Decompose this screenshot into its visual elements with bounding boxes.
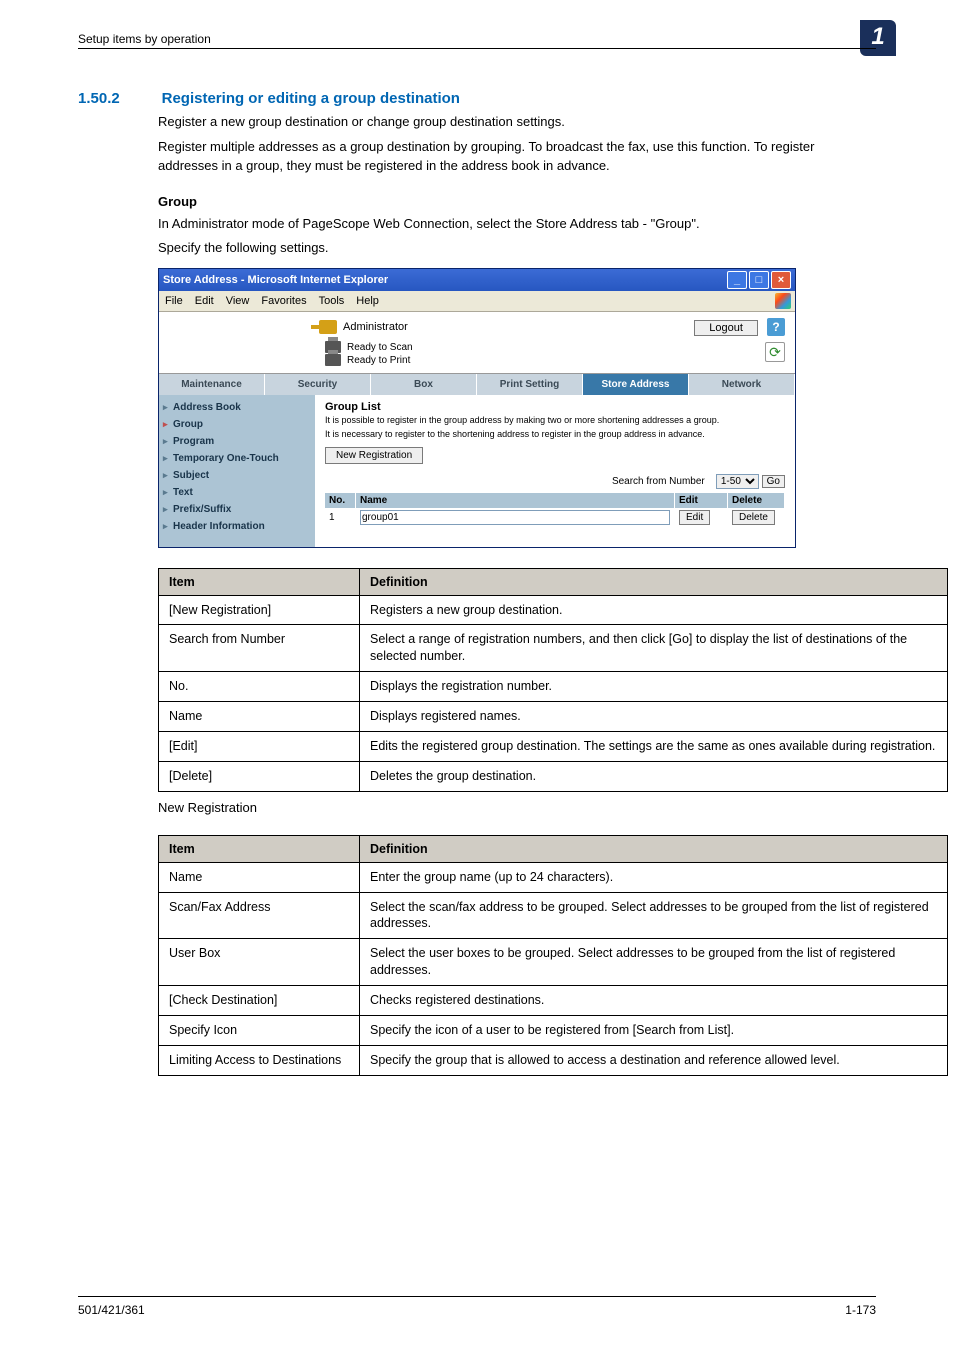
paragraph: Register a new group destination or chan… — [158, 113, 876, 132]
col-name: Name — [356, 493, 675, 508]
window-titlebar: Store Address - Microsoft Internet Explo… — [159, 269, 795, 291]
go-button[interactable]: Go — [762, 475, 785, 488]
delete-button[interactable]: Delete — [732, 510, 775, 525]
table-cell: Specify the icon of a user to be registe… — [360, 1015, 948, 1045]
table-header-definition: Definition — [360, 568, 948, 595]
sidebar-item-temporary-one-touch[interactable]: Temporary One-Touch — [159, 450, 315, 467]
menu-favorites[interactable]: Favorites — [261, 295, 306, 307]
chapter-badge: 1 — [860, 20, 896, 56]
group-list-desc: It is possible to register in the group … — [325, 415, 785, 427]
sidebar-item-header-information[interactable]: Header Information — [159, 518, 315, 535]
table-cell: User Box — [159, 939, 360, 986]
logout-button[interactable]: Logout — [694, 320, 758, 336]
tab-network[interactable]: Network — [689, 374, 795, 395]
header-rule — [78, 48, 876, 49]
tab-store-address[interactable]: Store Address — [583, 374, 689, 395]
paragraph: Register multiple addresses as a group d… — [158, 138, 876, 176]
sidebar-item-address-book[interactable]: Address Book — [159, 399, 315, 416]
table-cell: Registers a new group destination. — [360, 595, 948, 625]
table-cell: Enter the group name (up to 24 character… — [360, 862, 948, 892]
tab-box[interactable]: Box — [371, 374, 477, 395]
sidebar-item-subject[interactable]: Subject — [159, 467, 315, 484]
table-cell: Select the user boxes to be grouped. Sel… — [360, 939, 948, 986]
group-list-desc: It is necessary to register to the short… — [325, 429, 785, 441]
definition-table-1: Item Definition [New Registration]Regist… — [158, 568, 948, 792]
caption-new-registration: New Registration — [158, 800, 876, 815]
sub-heading: Group — [158, 194, 876, 209]
row-no: 1 — [325, 510, 356, 525]
group-name-input[interactable] — [360, 510, 670, 525]
table-cell: Deletes the group destination. — [360, 761, 948, 791]
group-list-title: Group List — [325, 401, 785, 413]
table-header-item: Item — [159, 568, 360, 595]
definition-table-2: Item Definition NameEnter the group name… — [158, 835, 948, 1076]
col-edit: Edit — [675, 493, 728, 508]
sidebar-item-group[interactable]: Group — [159, 416, 315, 433]
table-cell: Select a range of registration numbers, … — [360, 625, 948, 672]
paragraph: Specify the following settings. — [158, 239, 876, 258]
key-icon — [319, 320, 337, 334]
search-from-number-label: Search from Number — [612, 476, 705, 487]
status-print: Ready to Print — [347, 355, 410, 366]
menubar: File Edit View Favorites Tools Help — [159, 291, 795, 312]
table-cell: Specify the group that is allowed to acc… — [360, 1045, 948, 1075]
table-cell: Name — [159, 862, 360, 892]
edit-button[interactable]: Edit — [679, 510, 710, 525]
close-icon[interactable]: × — [771, 271, 791, 289]
status-scan: Ready to Scan — [347, 342, 413, 353]
breadcrumb: Setup items by operation — [78, 32, 211, 46]
section-number: 1.50.2 — [78, 90, 158, 107]
table-cell: No. — [159, 672, 360, 702]
table-cell: [Delete] — [159, 761, 360, 791]
tab-security[interactable]: Security — [265, 374, 371, 395]
new-registration-button[interactable]: New Registration — [325, 447, 423, 464]
section-title: Registering or editing a group destinati… — [162, 90, 460, 107]
table-cell: Displays the registration number. — [360, 672, 948, 702]
screenshot-window: Store Address - Microsoft Internet Explo… — [158, 268, 796, 547]
menu-file[interactable]: File — [165, 295, 183, 307]
tab-maintenance[interactable]: Maintenance — [159, 374, 265, 395]
table-row: 1 Edit Delete — [325, 508, 785, 527]
maximize-icon[interactable]: □ — [749, 271, 769, 289]
group-list-header: No. Name Edit Delete — [325, 493, 785, 508]
table-header-definition: Definition — [360, 835, 948, 862]
footer-right: 1-173 — [845, 1303, 876, 1317]
table-cell: Specify Icon — [159, 1015, 360, 1045]
printer-icon — [325, 354, 341, 366]
table-cell: Search from Number — [159, 625, 360, 672]
table-header-item: Item — [159, 835, 360, 862]
table-cell: [Edit] — [159, 731, 360, 761]
table-cell: Name — [159, 702, 360, 732]
sidebar: Address Book Group Program Temporary One… — [159, 395, 315, 546]
table-cell: [Check Destination] — [159, 986, 360, 1016]
sidebar-item-program[interactable]: Program — [159, 433, 315, 450]
tab-bar: Maintenance Security Box Print Setting S… — [159, 373, 795, 395]
tab-print-setting[interactable]: Print Setting — [477, 374, 583, 395]
admin-label: Administrator — [343, 321, 408, 333]
menu-edit[interactable]: Edit — [195, 295, 214, 307]
minimize-icon[interactable]: _ — [727, 271, 747, 289]
col-no: No. — [325, 493, 356, 508]
paragraph: In Administrator mode of PageScope Web C… — [158, 215, 876, 234]
table-cell: Limiting Access to Destinations — [159, 1045, 360, 1075]
col-delete: Delete — [728, 493, 785, 508]
table-cell: Edits the registered group destination. … — [360, 731, 948, 761]
table-cell: Displays registered names. — [360, 702, 948, 732]
menu-view[interactable]: View — [226, 295, 250, 307]
help-icon[interactable]: ? — [767, 318, 785, 336]
table-cell: Scan/Fax Address — [159, 892, 360, 939]
menu-tools[interactable]: Tools — [319, 295, 345, 307]
window-title: Store Address - Microsoft Internet Explo… — [163, 274, 388, 286]
search-range-select[interactable]: 1-50 — [716, 474, 759, 489]
ie-logo-icon — [775, 293, 791, 309]
footer-left: 501/421/361 — [78, 1303, 145, 1317]
refresh-icon[interactable]: ⟳ — [765, 342, 785, 362]
menu-help[interactable]: Help — [356, 295, 379, 307]
table-cell: Checks registered destinations. — [360, 986, 948, 1016]
sidebar-item-text[interactable]: Text — [159, 484, 315, 501]
sidebar-item-prefix-suffix[interactable]: Prefix/Suffix — [159, 501, 315, 518]
table-cell: [New Registration] — [159, 595, 360, 625]
table-cell: Select the scan/fax address to be groupe… — [360, 892, 948, 939]
